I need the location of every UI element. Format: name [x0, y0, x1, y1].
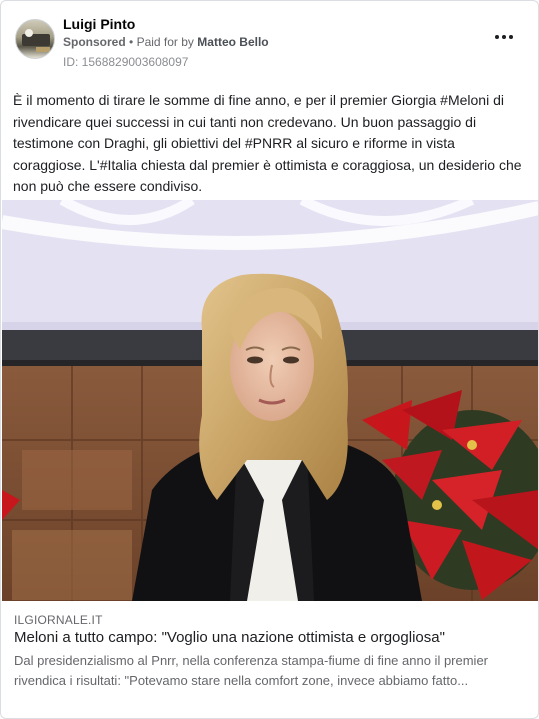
- author-name[interactable]: Luigi Pinto: [63, 16, 135, 32]
- ad-id: ID: 1568829003608097: [63, 55, 189, 69]
- portrait-photo: [2, 200, 538, 601]
- sponsor-line: Sponsored • Paid for by Matteo Bello: [63, 35, 269, 49]
- more-options-button[interactable]: [492, 29, 516, 45]
- sponsored-label: Sponsored: [63, 35, 126, 49]
- author-avatar[interactable]: [15, 19, 55, 59]
- link-description: Dal presidenzialismo al Pnrr, nella conf…: [14, 653, 489, 688]
- post-body-text: È il momento di tirare le somme di fine …: [13, 92, 522, 194]
- link-domain: ILGIORNALE.IT: [14, 613, 103, 627]
- meta-separator: •: [129, 35, 134, 49]
- paid-for-name: Matteo Bello: [197, 35, 269, 49]
- more-horizontal-icon: [495, 35, 499, 39]
- link-title[interactable]: Meloni a tutto campo: "Voglio una nazion…: [14, 629, 445, 646]
- paid-for-prefix: Paid for by: [136, 35, 194, 49]
- link-preview[interactable]: ILGIORNALE.IT Meloni a tutto campo: "Vog…: [2, 601, 538, 712]
- post-image[interactable]: [2, 200, 538, 601]
- sponsored-post-card: Luigi Pinto Sponsored • Paid for by Matt…: [0, 0, 539, 719]
- post-header: Luigi Pinto Sponsored • Paid for by Matt…: [13, 15, 526, 71]
